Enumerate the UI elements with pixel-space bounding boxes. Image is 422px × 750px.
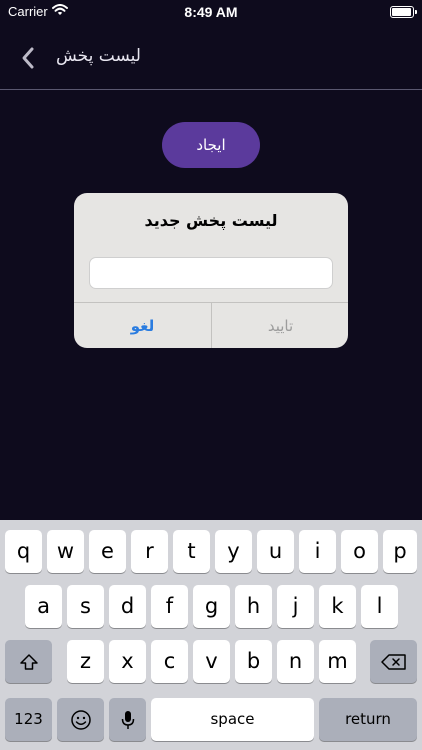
key-v[interactable]: v bbox=[193, 640, 230, 683]
keyboard: q w e r t y u i o p a s d f g h j k l z … bbox=[0, 520, 422, 750]
shift-key[interactable] bbox=[5, 640, 52, 683]
space-key[interactable]: space bbox=[151, 698, 314, 741]
key-i[interactable]: i bbox=[299, 530, 336, 573]
new-playlist-alert: لیست پخش جدید لغو تایید bbox=[74, 193, 348, 348]
emoji-key[interactable] bbox=[57, 698, 104, 741]
delete-icon bbox=[380, 649, 407, 673]
key-s[interactable]: s bbox=[67, 585, 104, 628]
key-q[interactable]: q bbox=[5, 530, 42, 573]
alert-title: لیست پخش جدید bbox=[144, 211, 278, 230]
key-u[interactable]: u bbox=[257, 530, 294, 573]
key-w[interactable]: w bbox=[47, 530, 84, 573]
key-m[interactable]: m bbox=[319, 640, 356, 683]
return-key[interactable]: return bbox=[319, 698, 417, 741]
key-a[interactable]: a bbox=[25, 585, 62, 628]
confirm-button[interactable]: تایید bbox=[212, 303, 348, 348]
key-y[interactable]: y bbox=[215, 530, 252, 573]
numbers-key[interactable]: 123 bbox=[5, 698, 52, 741]
key-l[interactable]: l bbox=[361, 585, 398, 628]
key-d[interactable]: d bbox=[109, 585, 146, 628]
microphone-icon bbox=[121, 707, 135, 731]
key-r[interactable]: r bbox=[131, 530, 168, 573]
key-c[interactable]: c bbox=[151, 640, 188, 683]
key-n[interactable]: n bbox=[277, 640, 314, 683]
emoji-icon bbox=[70, 707, 92, 731]
key-b[interactable]: b bbox=[235, 640, 272, 683]
cancel-button[interactable]: لغو bbox=[74, 303, 211, 348]
key-p[interactable]: p bbox=[383, 530, 417, 573]
delete-key[interactable] bbox=[370, 640, 417, 683]
key-z[interactable]: z bbox=[67, 640, 104, 683]
key-h[interactable]: h bbox=[235, 585, 272, 628]
create-button[interactable]: ایجاد bbox=[162, 122, 260, 168]
shift-icon bbox=[19, 649, 39, 673]
key-g[interactable]: g bbox=[193, 585, 230, 628]
key-k[interactable]: k bbox=[319, 585, 356, 628]
navigation-bar: لیست پخش bbox=[0, 24, 422, 90]
key-e[interactable]: e bbox=[89, 530, 126, 573]
battery-icon bbox=[390, 6, 417, 18]
microphone-key[interactable] bbox=[109, 698, 146, 741]
chevron-left-icon[interactable] bbox=[16, 46, 40, 70]
key-j[interactable]: j bbox=[277, 585, 314, 628]
status-bar: Carrier 8:49 AM bbox=[0, 0, 422, 24]
page-title: لیست پخش bbox=[56, 46, 141, 66]
playlist-name-input[interactable] bbox=[89, 257, 333, 289]
key-f[interactable]: f bbox=[151, 585, 188, 628]
key-x[interactable]: x bbox=[109, 640, 146, 683]
key-t[interactable]: t bbox=[173, 530, 210, 573]
key-o[interactable]: o bbox=[341, 530, 378, 573]
status-time: 8:49 AM bbox=[184, 4, 238, 20]
